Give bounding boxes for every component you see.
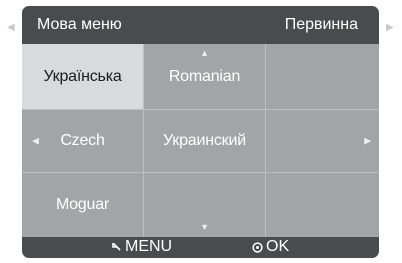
language-option-empty <box>266 44 379 110</box>
scroll-down-arrow-icon[interactable]: ▼ <box>200 222 209 232</box>
ok-circle-icon <box>252 241 263 253</box>
language-grid: Українська ▲ Romanian ◀ Czech Украинский… <box>22 44 379 237</box>
language-option-russian-ukrainian[interactable]: Украинский <box>144 110 266 173</box>
language-option-moguar[interactable]: Moguar <box>22 173 144 237</box>
language-option-empty: ▶ <box>266 110 379 173</box>
ok-hint[interactable]: OK <box>252 238 289 256</box>
scroll-left-arrow-icon[interactable]: ◀ <box>32 136 39 147</box>
language-option-label: Українська <box>43 67 122 85</box>
language-option-label: Romanian <box>168 67 241 85</box>
language-option-label: Czech <box>60 132 105 149</box>
language-option-label: Moguar <box>55 196 110 213</box>
menu-hint[interactable]: MENU <box>112 238 172 256</box>
language-option-ukrainian[interactable]: Українська <box>22 44 144 110</box>
language-option-label: Украинский <box>163 132 246 149</box>
page-left-arrow-icon[interactable]: ◀ <box>7 22 15 33</box>
scroll-up-arrow-icon[interactable]: ▲ <box>200 48 209 58</box>
language-option-empty: ▼ <box>144 173 266 237</box>
language-option-empty <box>266 173 379 237</box>
current-value: Первинна <box>284 16 358 33</box>
scroll-right-arrow-icon[interactable]: ▶ <box>364 136 371 147</box>
ok-label: OK <box>266 238 290 255</box>
page-right-arrow-icon[interactable]: ▶ <box>386 22 394 33</box>
panel-footer: MENU OK <box>22 237 379 258</box>
panel-header: Мова меню Первинна <box>22 6 379 44</box>
menu-language-panel: Мова меню Первинна Українська ▲ Romanian… <box>22 6 379 258</box>
language-option-czech[interactable]: ◀ Czech <box>22 110 144 173</box>
return-arrow-icon <box>112 242 121 251</box>
menu-label: MENU <box>125 238 173 255</box>
panel-title: Мова меню <box>37 16 122 33</box>
language-option-romanian[interactable]: ▲ Romanian <box>144 44 266 110</box>
